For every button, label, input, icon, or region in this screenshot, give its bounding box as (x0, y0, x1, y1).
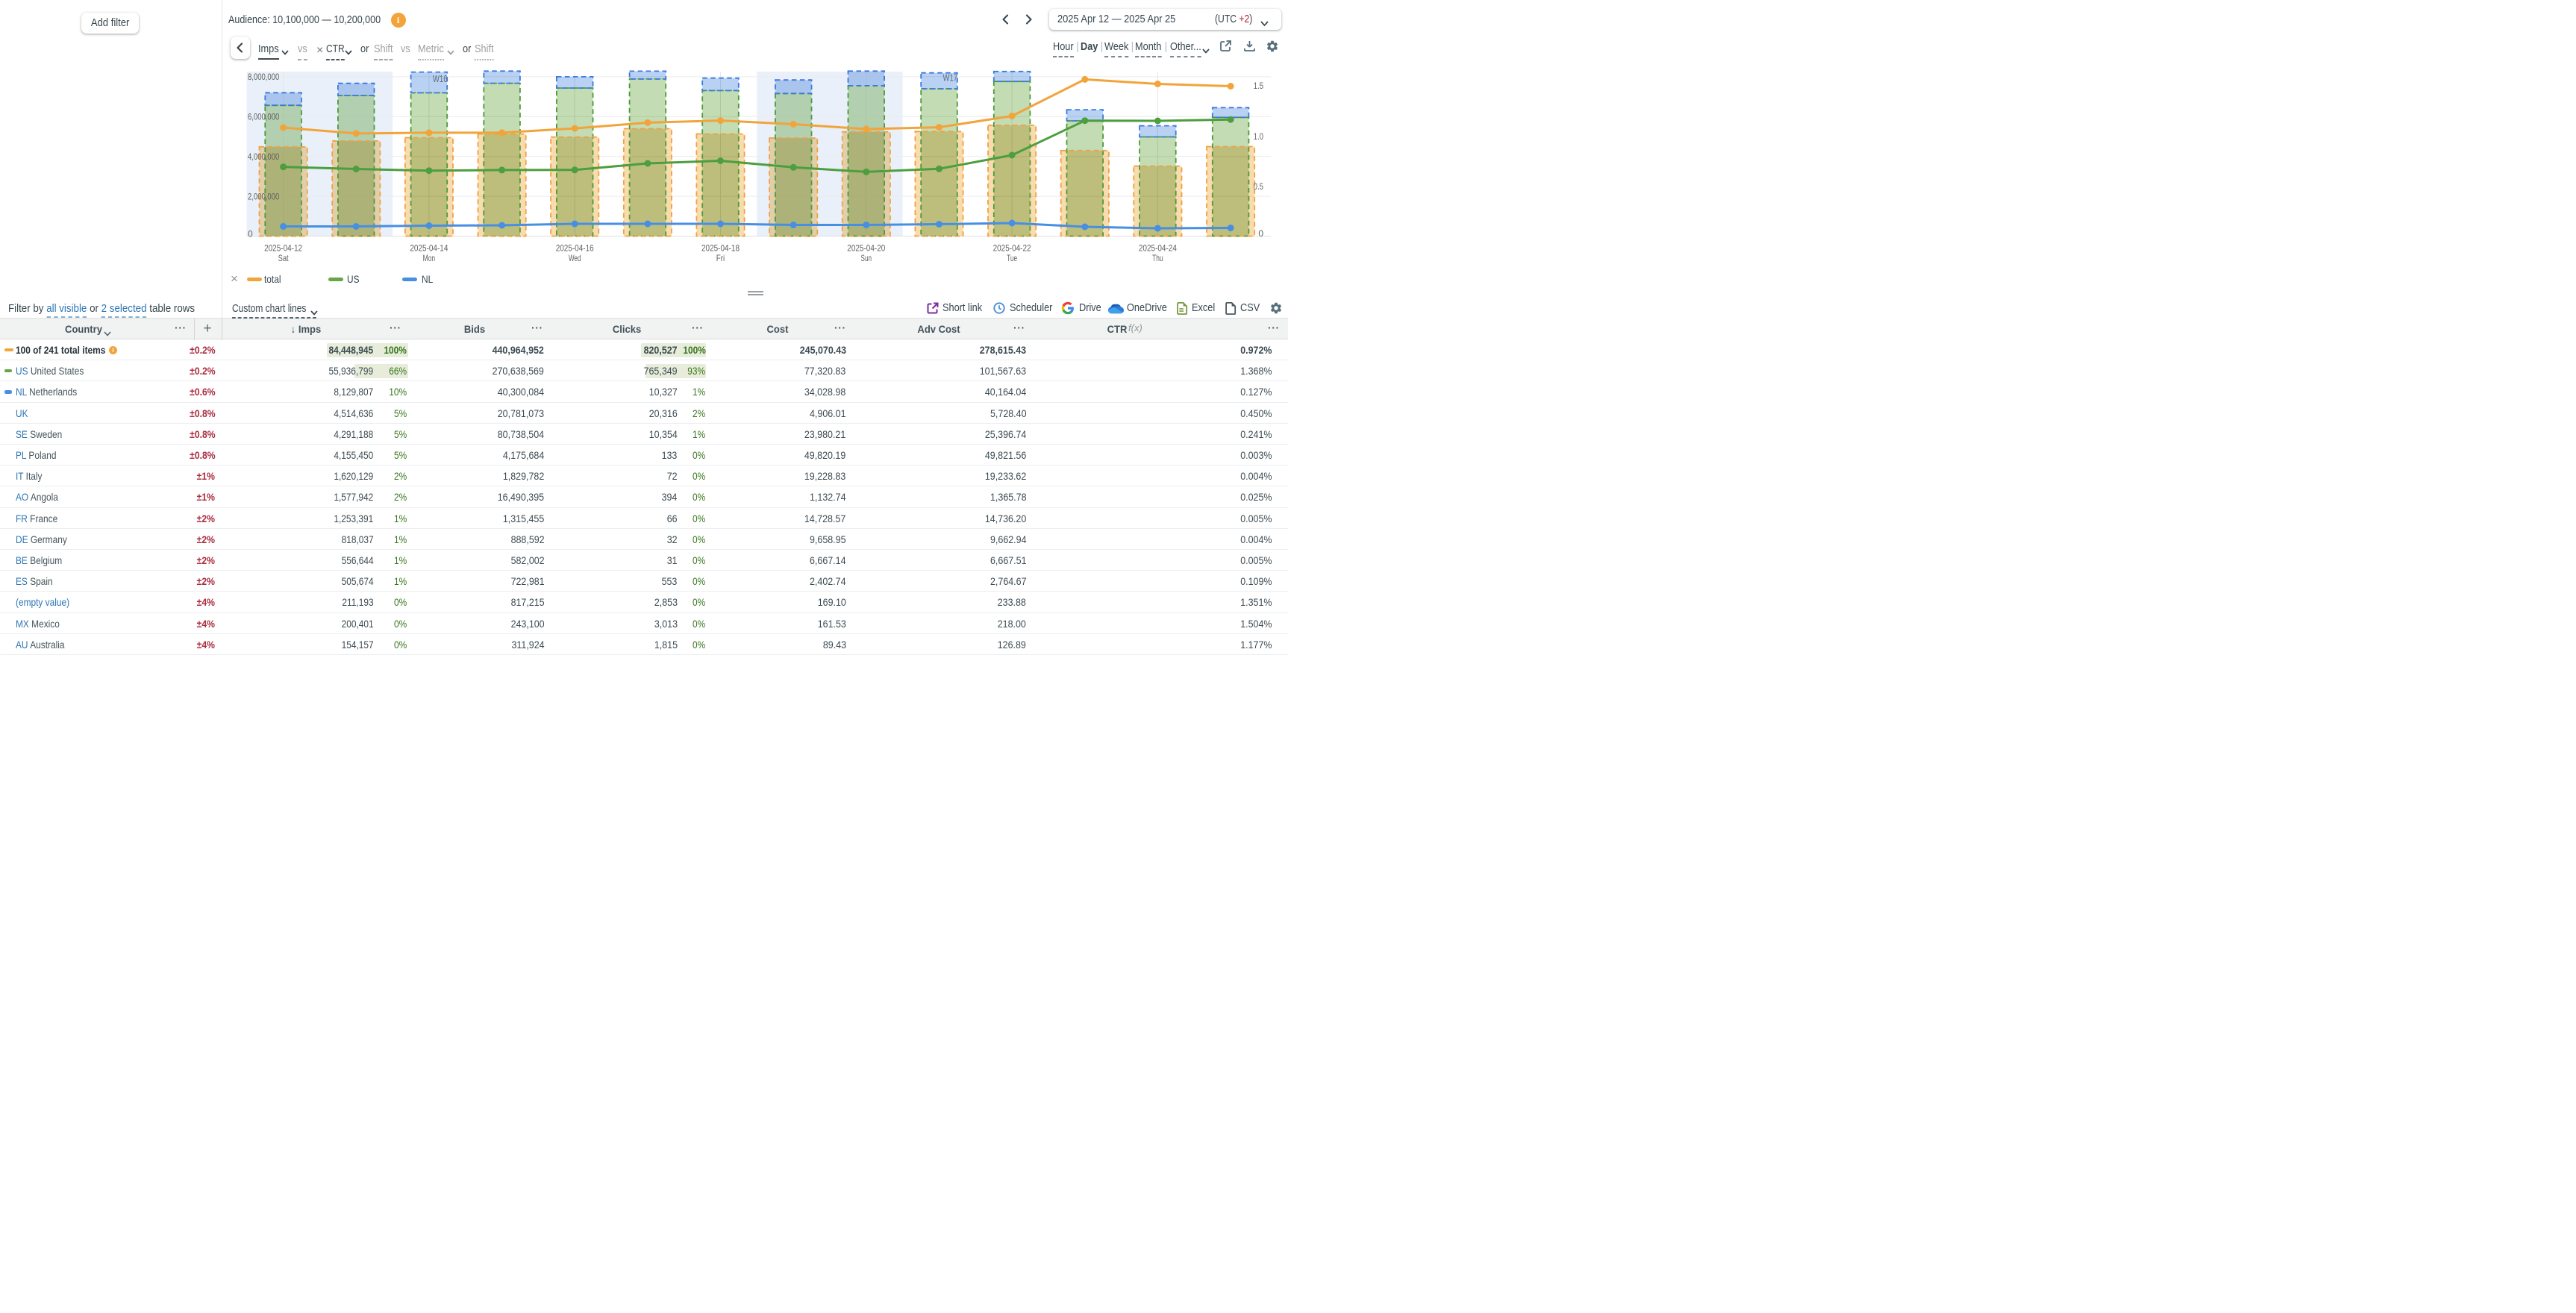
svg-text:Mon: Mon (423, 253, 436, 263)
svg-text:Wed: Wed (569, 253, 581, 263)
svg-text:Sun: Sun (861, 253, 872, 263)
svg-text:Fri: Fri (716, 253, 725, 263)
svg-text:W17: W17 (943, 73, 958, 84)
svg-text:2025-04-18: 2025-04-18 (701, 243, 740, 254)
svg-text:1.0: 1.0 (1254, 131, 1263, 142)
svg-text:6,000,000: 6,000,000 (248, 112, 280, 122)
svg-text:0: 0 (248, 228, 253, 239)
svg-text:W16: W16 (433, 74, 448, 84)
svg-text:2025-04-24: 2025-04-24 (1139, 243, 1177, 254)
svg-text:4,000,000: 4,000,000 (248, 151, 280, 162)
svg-text:Thu: Thu (1152, 253, 1163, 263)
svg-text:0.5: 0.5 (1254, 181, 1263, 192)
svg-text:2025-04-16: 2025-04-16 (556, 243, 594, 254)
svg-text:0: 0 (1258, 228, 1263, 239)
svg-text:2025-04-20: 2025-04-20 (847, 243, 885, 254)
svg-text:8,000,000: 8,000,000 (248, 72, 280, 82)
svg-text:2025-04-22: 2025-04-22 (993, 243, 1031, 254)
svg-text:1.5: 1.5 (1254, 81, 1263, 91)
svg-text:Sat: Sat (278, 253, 290, 263)
svg-text:2,000,000: 2,000,000 (248, 191, 280, 201)
svg-text:2025-04-12: 2025-04-12 (264, 243, 302, 254)
svg-text:2025-04-14: 2025-04-14 (410, 243, 448, 254)
svg-text:Tue: Tue (1007, 253, 1017, 263)
